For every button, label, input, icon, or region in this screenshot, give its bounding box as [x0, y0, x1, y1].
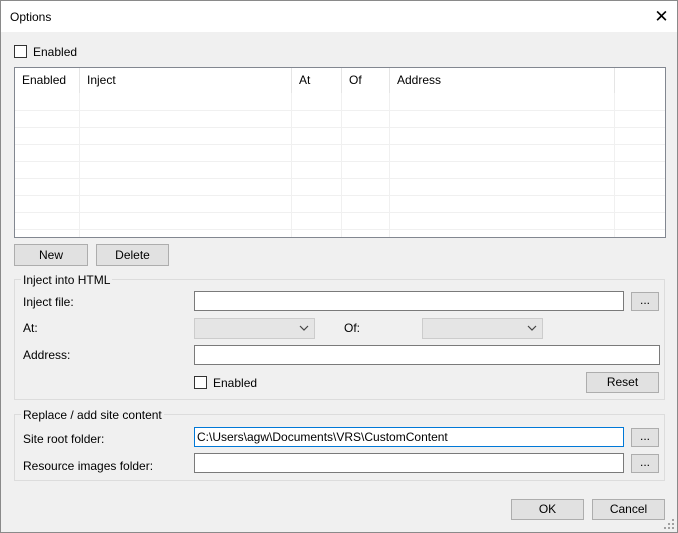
inject-file-input[interactable]	[194, 291, 624, 311]
chevron-down-icon	[527, 325, 537, 331]
column-header-inject[interactable]: Inject	[80, 68, 292, 93]
of-label: Of:	[344, 321, 361, 335]
title-bar: Options ✕	[1, 1, 677, 32]
address-input[interactable]	[194, 345, 660, 365]
list-column-line	[389, 93, 390, 237]
list-row-line	[15, 212, 665, 213]
window-title: Options	[10, 10, 52, 24]
chevron-down-icon	[299, 325, 309, 331]
top-enabled-checkbox[interactable]	[14, 45, 27, 58]
column-header-of[interactable]: Of	[342, 68, 390, 93]
inject-file-browse-button[interactable]: ...	[631, 292, 659, 311]
resize-grip-icon[interactable]	[663, 518, 675, 530]
inject-group-title: Inject into HTML	[21, 273, 113, 287]
site-root-browse-button[interactable]: ...	[631, 428, 659, 447]
list-column-line	[291, 93, 292, 237]
list-row-line	[15, 161, 665, 162]
delete-button[interactable]: Delete	[96, 244, 169, 266]
inject-list-header: Enabled Inject At Of Address	[15, 68, 665, 93]
resource-images-label: Resource images folder:	[23, 459, 154, 473]
inject-file-label: Inject file:	[23, 295, 74, 309]
list-column-line	[614, 93, 615, 237]
cancel-button[interactable]: Cancel	[592, 499, 665, 520]
list-column-line	[79, 93, 80, 237]
column-header-at[interactable]: At	[292, 68, 342, 93]
options-dialog: Options ✕ Enabled Enabled Inject At Of A…	[0, 0, 678, 533]
inject-list[interactable]: Enabled Inject At Of Address	[14, 67, 666, 238]
list-column-line	[341, 93, 342, 237]
address-label: Address:	[23, 348, 71, 362]
column-header-enabled[interactable]: Enabled	[15, 68, 80, 93]
top-enabled-label: Enabled	[33, 45, 78, 59]
new-button[interactable]: New	[14, 244, 88, 266]
site-root-input[interactable]: C:\Users\agw\Documents\VRS\CustomContent	[194, 427, 624, 447]
list-row-line	[15, 229, 665, 230]
of-dropdown[interactable]	[422, 318, 543, 339]
at-dropdown[interactable]	[194, 318, 315, 339]
resource-images-browse-button[interactable]: ...	[631, 454, 659, 473]
inject-enabled-checkbox[interactable]	[194, 376, 207, 389]
resource-images-input[interactable]	[194, 453, 624, 473]
column-header-address[interactable]: Address	[390, 68, 615, 93]
inject-enabled-label: Enabled	[213, 376, 258, 390]
list-row-line	[15, 144, 665, 145]
at-label: At:	[23, 321, 38, 335]
close-button[interactable]: ✕	[646, 1, 677, 32]
site-content-group-title: Replace / add site content	[21, 408, 164, 422]
site-root-label: Site root folder:	[23, 432, 105, 446]
list-row-line	[15, 127, 665, 128]
list-row-line	[15, 195, 665, 196]
list-row-line	[15, 110, 665, 111]
list-row-line	[15, 178, 665, 179]
close-icon: ✕	[654, 6, 669, 26]
ok-button[interactable]: OK	[511, 499, 584, 520]
reset-button[interactable]: Reset	[586, 372, 659, 393]
